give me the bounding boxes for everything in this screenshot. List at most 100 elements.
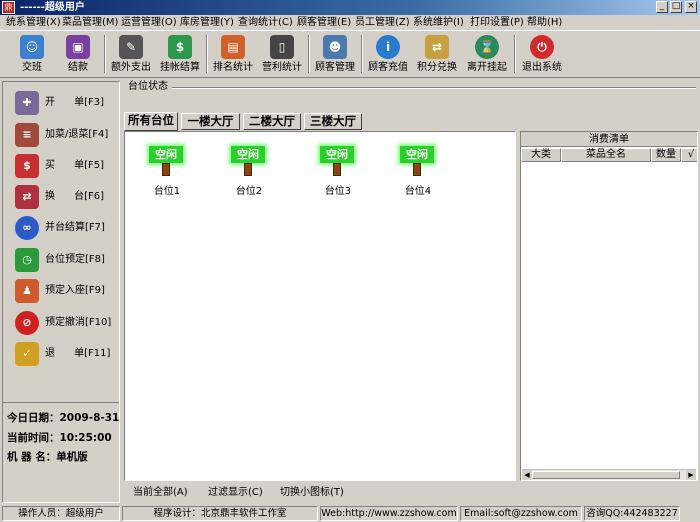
free-status-badge: 空闲 xyxy=(320,146,354,163)
profit-stats-button[interactable]: ▯ 营利统计 xyxy=(259,33,305,76)
table-grid: 空闲 台位1 空闲 台位2 空闲 台位3 空闲 台位4 xyxy=(124,131,516,481)
scroll-right-icon[interactable]: ▶ xyxy=(686,470,696,480)
toolbar: ☺ 交班 ▣ 结款 ✎ 额外支出 $ 挂帐结算 ▤ 排名统计 ▯ 营利统计 ☻ … xyxy=(0,30,700,78)
reserve-table-button[interactable]: ◷ 台位预定[F8] xyxy=(9,245,117,275)
scroll-left-icon[interactable]: ◀ xyxy=(522,470,532,480)
open-order-icon: ✚ xyxy=(15,91,39,115)
table-name: 台位4 xyxy=(404,186,432,197)
shift-change-button[interactable]: ☺ 交班 xyxy=(10,33,54,76)
close-button[interactable]: × xyxy=(685,1,697,13)
customer-manage-button[interactable]: ☻ 顾客管理 xyxy=(312,33,358,76)
status-website: Web:http://www.zzshow.com xyxy=(320,506,458,521)
toolbar-separator xyxy=(514,35,516,73)
exit-system-button[interactable]: ⏻ 退出系统 xyxy=(519,33,565,76)
toolbar-label: 营利统计 xyxy=(262,62,302,73)
swap-table-button[interactable]: ⇄ 换 台[F6] xyxy=(9,182,117,212)
app-icon[interactable]: 鼎 xyxy=(2,1,15,14)
sidebar-label: 并台结算[F7] xyxy=(45,222,105,233)
settle-button[interactable]: ▣ 结款 xyxy=(56,33,100,76)
menu-operations[interactable]: 运营管理(O) xyxy=(121,16,177,29)
toolbar-label: 退出系统 xyxy=(522,62,562,73)
menu-maintenance[interactable]: 系统维护(I) xyxy=(413,16,464,29)
filter-bar: 当前全部(A) 过滤显示(C) 切换小图标(T) xyxy=(124,484,698,501)
column-dish-name[interactable]: 菜品全名 xyxy=(561,148,651,162)
ranking-stats-button[interactable]: ▤ 排名统计 xyxy=(210,33,256,76)
column-check[interactable]: √ xyxy=(681,148,697,162)
menu-dishes[interactable]: 菜品管理(M) xyxy=(62,16,118,29)
status-bar: 操作人员：超级用户 程序设计：北京鼎丰软件工作室 Web:http://www.… xyxy=(0,504,700,522)
merge-table-button[interactable]: ∞ 并台结算[F7] xyxy=(9,213,117,243)
table-name: 台位1 xyxy=(153,186,181,197)
table-icon xyxy=(333,163,341,176)
show-all-button[interactable]: 当前全部(A) xyxy=(133,487,188,499)
open-order-button[interactable]: ✚ 开 单[F3] xyxy=(9,88,117,118)
current-time: 当前时间：10:25:00 xyxy=(7,432,112,444)
add-dish-button[interactable]: ≡ 加菜/退菜[F4] xyxy=(9,120,117,150)
toolbar-separator xyxy=(308,35,310,73)
toggle-small-icons-button[interactable]: 切换小图标(T) xyxy=(280,487,344,499)
customer-recharge-button[interactable]: i 顾客充值 xyxy=(365,33,411,76)
menu-staff[interactable]: 员工管理(Z) xyxy=(355,16,410,29)
checkout-button[interactable]: $ 买 单[F5] xyxy=(9,151,117,181)
swap-table-icon: ⇄ xyxy=(15,185,39,209)
toolbar-label: 顾客管理 xyxy=(315,62,355,73)
maximize-button[interactable]: □ xyxy=(670,1,682,13)
reserve-icon: ◷ xyxy=(15,248,39,272)
group-title: 台位状态 xyxy=(128,81,168,92)
sidebar-label: 预定入座[F9] xyxy=(45,285,105,296)
leave-suspend-button[interactable]: ⌛ 离开挂起 xyxy=(464,33,510,76)
table-item[interactable]: 空闲 台位4 xyxy=(400,146,444,206)
title-bar: 鼎 ------超级用户 _ □ × xyxy=(0,0,700,15)
toolbar-label: 额外支出 xyxy=(111,62,151,73)
cash-register-icon: ▣ xyxy=(66,35,90,59)
cancel-reserve-button[interactable]: ⊘ 预定撤消[F10] xyxy=(9,308,117,338)
column-quantity[interactable]: 数量 xyxy=(651,148,681,162)
info-icon: i xyxy=(376,35,400,59)
table-item[interactable]: 空闲 台位2 xyxy=(231,146,275,206)
sidebar-label: 开 单[F3] xyxy=(45,97,104,108)
status-operator: 操作人员：超级用户 xyxy=(2,506,120,521)
reserve-seat-in-button[interactable]: ♟ 预定入座[F9] xyxy=(9,276,117,306)
exit-icon: ⏻ xyxy=(530,35,554,59)
sidebar-label: 加菜/退菜[F4] xyxy=(45,129,109,140)
sidebar-label: 退 单[F11] xyxy=(45,348,111,359)
checkout-icon: $ xyxy=(15,154,39,178)
menu-help[interactable]: 帮助(H) xyxy=(527,16,562,29)
toolbar-label: 顾客充值 xyxy=(368,62,408,73)
hourglass-icon: ⌛ xyxy=(475,35,499,59)
toolbar-label: 离开挂起 xyxy=(467,62,507,73)
credit-settle-button[interactable]: $ 挂帐结算 xyxy=(157,33,203,76)
pen-icon: ✎ xyxy=(119,35,143,59)
points-exchange-button[interactable]: ⇄ 积分兑换 xyxy=(414,33,460,76)
return-order-button[interactable]: ✓ 退 单[F11] xyxy=(9,339,117,369)
filter-display-button[interactable]: 过滤显示(C) xyxy=(208,487,263,499)
extra-expense-button[interactable]: ✎ 额外支出 xyxy=(108,33,154,76)
table-item[interactable]: 空闲 台位3 xyxy=(320,146,364,206)
tab-all-tables[interactable]: 所有台位 xyxy=(124,112,178,131)
sidebar-label: 换 台[F6] xyxy=(45,191,104,202)
tab-floor-1[interactable]: 一楼大厅 xyxy=(181,113,240,130)
menu-customers[interactable]: 顾客管理(E) xyxy=(297,16,351,29)
menu-system[interactable]: 统系管理(X) xyxy=(6,16,61,29)
sidebar-label: 买 单[F5] xyxy=(45,160,104,171)
cancel-reserve-icon: ⊘ xyxy=(15,311,39,335)
group-divider xyxy=(172,87,696,89)
menu-query[interactable]: 查询统计(C) xyxy=(238,16,293,29)
tab-floor-3[interactable]: 三楼大厅 xyxy=(304,113,362,130)
customer-icon: ☻ xyxy=(323,35,347,59)
menu-warehouse[interactable]: 库房管理(Y) xyxy=(180,16,234,29)
horizontal-scrollbar[interactable]: ◀ ▶ xyxy=(522,469,696,480)
free-status-badge: 空闲 xyxy=(400,146,434,163)
toolbar-separator xyxy=(104,35,106,73)
menu-print[interactable]: 打印设置(P) xyxy=(470,16,524,29)
column-category[interactable]: 大类 xyxy=(521,148,561,162)
toolbar-separator xyxy=(361,35,363,73)
table-item[interactable]: 空闲 台位1 xyxy=(149,146,193,206)
scroll-thumb[interactable] xyxy=(532,471,680,479)
status-email: Email:soft@zzshow.com xyxy=(460,506,582,521)
return-order-icon: ✓ xyxy=(15,342,39,366)
status-designer: 程序设计：北京鼎丰软件工作室 xyxy=(122,506,318,521)
consumption-title: 消费清单 xyxy=(521,132,697,147)
tab-floor-2[interactable]: 二楼大厅 xyxy=(243,113,301,130)
minimize-button[interactable]: _ xyxy=(656,1,668,13)
